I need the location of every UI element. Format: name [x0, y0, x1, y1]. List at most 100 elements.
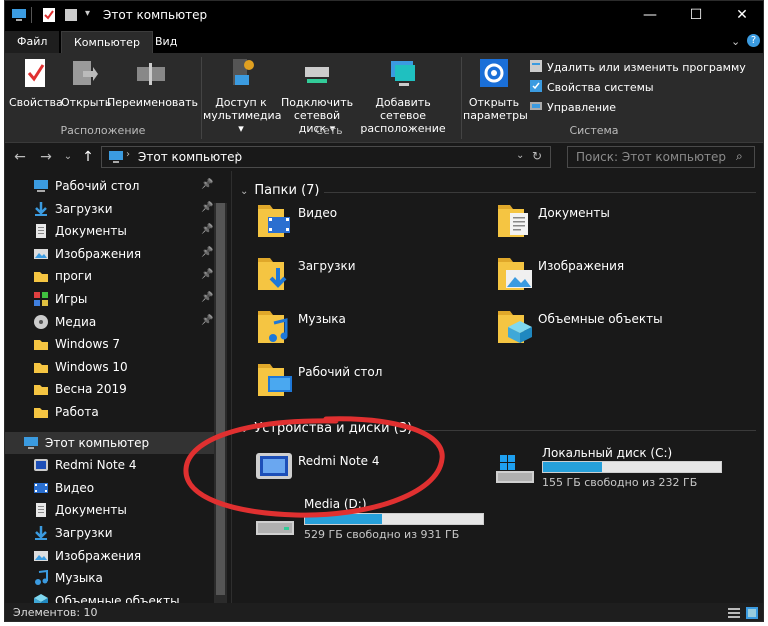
sidebar-item[interactable]: Объемные объекты — [5, 590, 215, 603]
documents-icon — [33, 502, 49, 518]
sidebar-item[interactable]: проги 📌 — [5, 265, 215, 287]
sidebar-scrollbar-thumb[interactable] — [216, 203, 225, 595]
pictures-folder-icon — [494, 252, 534, 295]
help-icon[interactable]: ? — [747, 34, 760, 47]
sidebar-item[interactable]: Весна 2019 — [5, 378, 215, 400]
rename-button[interactable]: Переименовать — [107, 57, 198, 109]
sidebar-item[interactable]: Windows 10 — [5, 356, 215, 378]
status-bar: Элементов: 10 — [5, 603, 763, 621]
pin-icon[interactable]: 📌 — [201, 247, 213, 258]
sidebar-item[interactable]: Windows 7 — [5, 333, 215, 355]
folder-item[interactable]: Загрузки — [254, 252, 484, 302]
large-icons-view-icon[interactable] — [745, 606, 759, 620]
breadcrumb-chevron-icon[interactable]: › — [236, 149, 240, 160]
open-button[interactable]: Открыть — [61, 57, 111, 109]
open-settings-button[interactable]: Открыть параметры — [463, 57, 528, 122]
forward-arrow-icon[interactable]: → — [37, 148, 55, 166]
pin-icon[interactable]: 📌 — [201, 269, 213, 280]
manage-button[interactable]: Управление — [529, 99, 616, 117]
folder-icon — [33, 336, 49, 352]
sidebar-item[interactable]: Изображения — [5, 545, 215, 567]
pictures-icon — [33, 246, 49, 262]
tab-view[interactable]: Вид — [143, 31, 189, 53]
properties-icon — [25, 59, 45, 87]
computer-icon — [23, 435, 39, 451]
sidebar-item-label: Windows 10 — [55, 359, 128, 374]
sidebar-item[interactable]: Музыка — [5, 567, 215, 589]
search-box[interactable]: Поиск: Этот компьютер ⌕ — [567, 146, 755, 168]
properties-button[interactable]: Свойства — [9, 57, 63, 109]
pin-icon[interactable]: 📌 — [201, 292, 213, 303]
sidebar-item-label: Видео — [55, 480, 95, 495]
sidebar-item-label: Объемные объекты — [55, 593, 180, 603]
sidebar-item-label: Изображения — [55, 246, 142, 261]
folder-item[interactable]: Изображения — [494, 252, 724, 302]
details-view-icon[interactable] — [727, 606, 741, 620]
collapse-ribbon-icon[interactable]: ⌄ — [731, 35, 740, 48]
sidebar-item[interactable]: Документы 📌 — [5, 220, 215, 242]
uninstall-label: Удалить или изменить программу — [547, 61, 746, 74]
open-icon — [73, 61, 98, 85]
folder-item[interactable]: Объемные объекты — [494, 305, 724, 355]
pictures-icon — [33, 548, 49, 564]
close-button[interactable]: ✕ — [719, 1, 763, 31]
folder-item[interactable]: Рабочий стол — [254, 358, 484, 408]
music-folder-icon — [254, 305, 294, 348]
sidebar-item-label: Рабочий стол — [55, 179, 140, 193]
up-arrow-icon[interactable]: ↑ — [79, 148, 97, 166]
system-drive-icon — [496, 455, 534, 483]
sidebar-item[interactable]: Игры 📌 — [5, 288, 215, 310]
uninstall-icon — [530, 60, 542, 72]
folders-section-title: Папки (7) — [254, 183, 320, 198]
minimize-button[interactable]: — — [627, 1, 673, 31]
sidebar-item-label: Windows 7 — [55, 337, 121, 352]
recent-locations-chevron-icon[interactable]: ⌄ — [59, 148, 77, 166]
sidebar-item-label: Загрузки — [55, 201, 113, 216]
sidebar-item-label: Документы — [55, 503, 127, 518]
folder-item[interactable]: Документы — [494, 199, 724, 249]
folders-section-header[interactable]: ⌄ Папки (7) — [240, 183, 319, 198]
breadcrumb-chevron-icon[interactable]: › — [126, 149, 130, 160]
quick-access-dropdown-icon[interactable]: ▾ — [85, 8, 90, 19]
sidebar-item[interactable]: Загрузки 📌 — [5, 198, 215, 220]
ribbon-separator — [461, 57, 462, 139]
search-input[interactable]: Поиск: Этот компьютер — [576, 150, 726, 164]
sidebar-item-label: Изображения — [55, 548, 142, 563]
content-pane: ⌄ Папки (7) Видео Документы Загрузки Изображ… — [183, 171, 763, 603]
back-arrow-icon[interactable]: ← — [11, 148, 29, 166]
ribbon-separator — [201, 57, 202, 139]
pin-icon[interactable]: 📌 — [201, 202, 213, 213]
maximize-button[interactable]: ☐ — [673, 1, 719, 31]
tab-computer[interactable]: Компьютер — [61, 31, 153, 53]
sidebar-scrollbar[interactable] — [214, 203, 227, 603]
pin-icon[interactable]: 📌 — [201, 179, 213, 190]
navigation-pane: Рабочий стол 📌 Загрузки 📌 Документы 📌 Изображе… — [5, 171, 231, 603]
folder-item[interactable]: Музыка — [254, 305, 484, 355]
sidebar-item-label: Документы — [55, 224, 127, 239]
properties-quick-icon[interactable] — [41, 7, 57, 23]
collapse-chevron-icon[interactable]: ⌄ — [240, 186, 248, 197]
system-properties-button[interactable]: Свойства системы — [529, 79, 654, 97]
drive-c[interactable]: Локальный диск (C:) 155 ГБ свободно из 2… — [494, 443, 734, 491]
sidebar-item-label: Этот компьютер — [45, 435, 150, 450]
pin-icon[interactable]: 📌 — [201, 315, 213, 326]
documents-icon — [33, 223, 49, 239]
3d-objects-icon — [33, 593, 49, 603]
open-settings-label-1: Открыть — [468, 96, 520, 109]
sidebar-item[interactable]: Медиа 📌 — [5, 311, 215, 333]
uninstall-program-button[interactable]: Удалить или изменить программу — [529, 59, 746, 77]
address-bar[interactable]: › Этот компьютер › ⌄ ↻ — [101, 146, 551, 168]
videos-icon — [33, 480, 49, 496]
refresh-icon[interactable]: ↻ — [532, 149, 542, 163]
group-location-label: Расположение — [60, 124, 146, 137]
folder-item[interactable]: Видео — [254, 199, 484, 249]
address-dropdown-icon[interactable]: ⌄ — [516, 150, 524, 161]
sidebar-item[interactable]: Рабочий стол 📌 — [5, 175, 215, 197]
tab-file[interactable]: Файл — [5, 31, 60, 53]
sidebar-item[interactable]: Изображения 📌 — [5, 243, 215, 265]
search-icon[interactable]: ⌕ — [736, 149, 743, 164]
drive-c-usage-bar — [542, 461, 722, 473]
new-folder-quick-icon[interactable] — [63, 7, 79, 23]
computer-icon — [12, 9, 26, 21]
pin-icon[interactable]: 📌 — [201, 224, 213, 235]
